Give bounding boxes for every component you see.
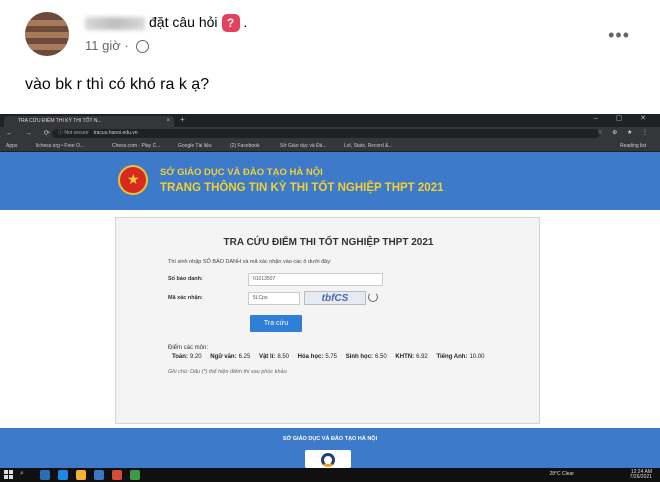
refresh-captcha-icon[interactable] — [368, 292, 378, 302]
scores-label: Điểm các môn: — [168, 345, 209, 351]
new-tab-icon[interactable]: + — [180, 115, 185, 124]
clock[interactable]: 12:24 AM 7/26/2021 — [616, 470, 652, 480]
bookmark-apps[interactable]: Apps — [6, 142, 17, 150]
score-value: 6.92 — [416, 354, 428, 360]
search-icon[interactable]: ⌕ — [20, 470, 24, 478]
url-text: tracuu.hanoi.edu.vn — [93, 130, 138, 136]
post-text: vào bk r thì có khó ra k ạ? — [25, 76, 210, 93]
lookup-hint: Thí sinh nhập SỐ BÁO DANH và mã xác nhận… — [168, 259, 332, 265]
bookmark-facebook[interactable]: (2) Facebook — [230, 142, 259, 150]
audience-icon[interactable] — [136, 40, 150, 54]
toolbar-icons[interactable]: ☆ ⊕ ★ ⋮ — [597, 129, 652, 136]
score-value: 9.20 — [189, 354, 202, 360]
bookmarks-bar: Apps lichess.org • Free O... Chess.com -… — [0, 140, 660, 152]
captcha-image: tbfCS — [304, 291, 366, 305]
window-controls[interactable]: – ▢ ✕ — [594, 114, 654, 122]
national-emblem-icon: ★ — [118, 165, 148, 195]
bookmark-so-giao-duc[interactable]: Sở Giáo dục và Đà... — [280, 142, 327, 150]
bookmark-google-docs[interactable]: Google Tài liệu — [178, 142, 212, 150]
navigation-icons[interactable]: ← → ⟳ — [6, 129, 55, 137]
portal-title: TRANG THÔNG TIN KỲ THI TỐT NGHIỆP THPT 2… — [160, 182, 444, 194]
footer-title: SỞ GIÁO DỤC VÀ ĐÀO TẠO HÀ NỘI — [282, 436, 378, 442]
department-title: SỞ GIÁO DỤC VÀ ĐÀO TẠO HÀ NỘI — [160, 167, 323, 178]
score-subject: Tiếng Anh: — [436, 354, 468, 360]
site-header: ★ SỞ GIÁO DỤC VÀ ĐÀO TẠO HÀ NỘI TRANG TH… — [0, 152, 660, 210]
browser-tab[interactable]: TRA CỨU ĐIỂM THI KỲ THI TỐT N... × — [4, 116, 174, 127]
weather-widget[interactable]: 28°C Clear — [549, 472, 574, 477]
score-subject: Ngữ văn: — [210, 354, 237, 360]
blurred-author-name[interactable] — [85, 16, 145, 30]
url-field[interactable]: ⓘ Not secure tracuu.hanoi.edu.vn — [52, 129, 600, 138]
lookup-title: TRA CỨU ĐIỂM THI TỐT NGHIỆP THPT 2021 — [223, 237, 434, 248]
bookmark-chess[interactable]: Chess.com - Play C... — [112, 142, 160, 150]
chrome-icon[interactable] — [130, 470, 140, 480]
bookmark-lichess[interactable]: lichess.org • Free O... — [36, 142, 84, 150]
submit-button[interactable]: Tra cứu — [250, 315, 302, 332]
site-footer: SỞ GIÁO DỤC VÀ ĐÀO TẠO HÀ NỘI — [0, 428, 660, 468]
post-time[interactable]: 11 giờ — [85, 38, 121, 53]
sbd-input[interactable]: 01013507 — [248, 273, 383, 286]
score-subject: Toán: — [172, 354, 188, 360]
score-value: 8.50 — [277, 354, 289, 360]
app-icon[interactable] — [112, 470, 122, 480]
period: . — [243, 14, 248, 30]
windows-start-icon[interactable] — [4, 470, 13, 479]
edge-icon[interactable] — [58, 470, 68, 480]
attached-screenshot[interactable]: TRA CỨU ĐIỂM THI KỲ THI TỐT N... × + – ▢… — [0, 114, 660, 482]
captcha-label: Mã xác nhận: — [168, 295, 203, 301]
more-options-button[interactable]: ••• — [608, 25, 630, 46]
sbd-label: Số báo danh: — [168, 276, 203, 282]
scores-row: Toán: 9.20 Ngữ văn: 6.25 Vật lí: 8.50 Hóa h… — [172, 354, 491, 360]
score-subject: Hóa học: — [297, 354, 324, 360]
bookmark-lol-stats[interactable]: Lol, Stats, Record &... — [344, 142, 393, 150]
avatar[interactable] — [25, 12, 69, 56]
file-explorer-icon[interactable] — [76, 470, 86, 480]
score-subject: Vật lí: — [258, 354, 276, 360]
browser-tab-bar: TRA CỨU ĐIỂM THI KỲ THI TỐT N... × + – ▢… — [0, 114, 660, 127]
author-line: đặt câu hỏi? . — [85, 14, 248, 33]
post-meta: 11 giờ · — [85, 38, 150, 54]
tab-close-icon[interactable]: × — [166, 116, 170, 127]
question-action-text: đặt câu hỏi — [149, 14, 218, 30]
lookup-card: TRA CỨU ĐIỂM THI TỐT NGHIỆP THPT 2021 Th… — [115, 217, 540, 424]
post-header: đặt câu hỏi? . 11 giờ · ••• vào bk r thì… — [0, 0, 660, 100]
footer-logo-icon — [305, 450, 351, 468]
address-bar-row: ← → ⟳ ⓘ Not secure tracuu.hanoi.edu.vn ☆ … — [0, 127, 660, 140]
clock-date: 7/26/2021 — [629, 474, 652, 480]
score-value: 6.25 — [238, 354, 251, 360]
question-badge-icon: ? — [221, 14, 240, 33]
score-subject: KHTN: — [395, 354, 415, 360]
task-view-icon[interactable] — [40, 470, 50, 480]
store-icon[interactable] — [94, 470, 104, 480]
bookmark-reading-list[interactable]: Reading list — [620, 142, 646, 150]
scores-note: Ghi chú: Dấu (*) thể hiện điểm thi sau p… — [168, 369, 287, 375]
tab-title: TRA CỨU ĐIỂM THI KỲ THI TỐT N... — [18, 118, 102, 124]
score-subject: Sinh học: — [345, 354, 374, 360]
captcha-input[interactable]: 5LCps — [248, 292, 300, 305]
score-value: 6.50 — [375, 354, 387, 360]
score-value: 5.75 — [325, 354, 338, 360]
score-value: 10.00 — [469, 354, 485, 360]
not-secure-label: ⓘ Not secure — [58, 130, 89, 136]
windows-taskbar: ⌕ 28°C Clear 12:24 AM 7/26/2021 — [0, 468, 660, 482]
